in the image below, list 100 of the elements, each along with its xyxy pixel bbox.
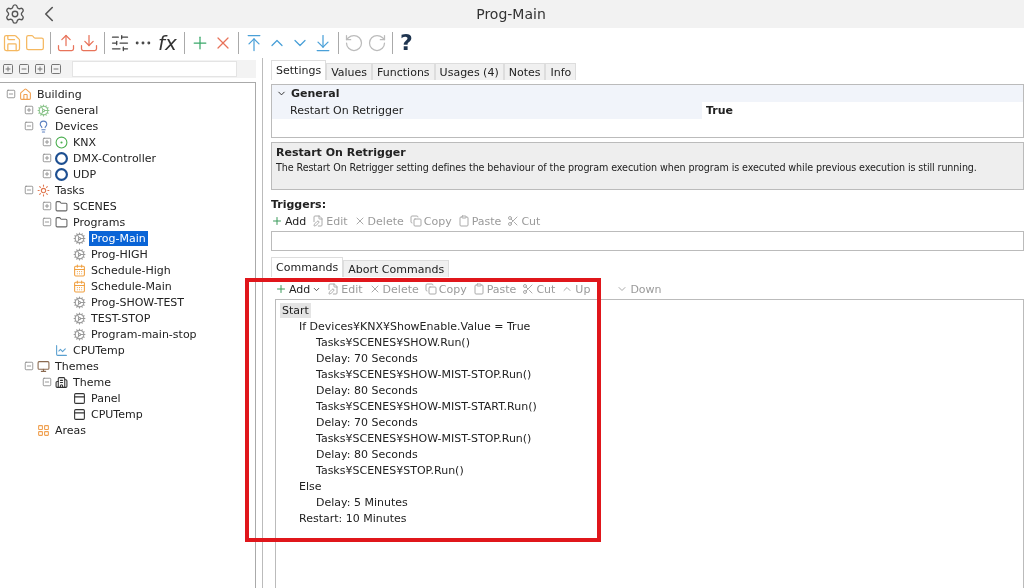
command-item[interactable]: Tasks¥SCENES¥SHOW-MIST-STOP.Run() xyxy=(314,366,534,382)
monitor-icon xyxy=(37,359,50,373)
command-item[interactable]: Tasks¥SCENES¥SHOW-MIST-STOP.Run() xyxy=(314,430,534,446)
command-item[interactable]: Else xyxy=(297,478,324,494)
plus-icon xyxy=(275,283,287,295)
settings-icon[interactable] xyxy=(4,3,26,25)
tree-item[interactable]: General xyxy=(53,102,101,118)
description-text: The Restart On Retrigger setting defines the behaviour of the program execution when program is executed while previous execution is still running. xyxy=(276,162,978,173)
expand-all-icon[interactable] xyxy=(2,63,14,75)
tree-item[interactable]: Building xyxy=(35,86,84,102)
tree-item[interactable]: Areas xyxy=(53,422,89,438)
gear-icon xyxy=(73,247,86,261)
command-item[interactable]: Delay: 80 Seconds xyxy=(314,446,420,462)
formula-button[interactable]: fx xyxy=(156,33,179,53)
tree-item[interactable]: Schedule-High xyxy=(89,262,173,278)
device-icon xyxy=(55,167,68,181)
collapse-all-icon[interactable] xyxy=(18,63,30,75)
property-name: Restart On Retrigger xyxy=(272,102,702,119)
tree-item[interactable]: UDP xyxy=(71,166,99,182)
collapse-icon[interactable] xyxy=(42,377,52,387)
expand-icon[interactable] xyxy=(42,201,52,211)
gear-icon xyxy=(73,327,86,341)
upload-icon[interactable] xyxy=(56,33,76,53)
help-button[interactable]: ? xyxy=(397,32,415,54)
calendar-icon xyxy=(73,279,86,293)
download-icon[interactable] xyxy=(79,33,99,53)
command-item[interactable]: Delay: 80 Seconds xyxy=(314,382,420,398)
tree-item[interactable]: CPUTemp xyxy=(71,342,127,358)
tab[interactable]: Commands xyxy=(271,257,344,277)
undo-icon[interactable] xyxy=(343,33,364,53)
tree-item[interactable]: SCENES xyxy=(71,198,119,214)
edit-icon xyxy=(327,283,340,295)
collapse-icon[interactable] xyxy=(24,361,34,371)
expand-icon[interactable] xyxy=(42,153,52,163)
tree-item[interactable]: CPUTemp xyxy=(89,406,145,422)
tree-item[interactable]: Schedule-Main xyxy=(89,278,174,294)
tree-item[interactable]: Prog-Main xyxy=(89,230,148,246)
house-icon xyxy=(19,87,32,101)
gear-icon xyxy=(73,295,86,309)
collapse-icon[interactable] xyxy=(50,63,62,75)
tree-item[interactable]: Programs xyxy=(71,214,128,230)
description-title: Restart On Retrigger xyxy=(276,146,407,159)
panel-icon xyxy=(73,391,86,405)
tab[interactable]: Notes xyxy=(503,63,546,80)
edit-icon xyxy=(312,215,325,227)
plus-icon xyxy=(271,215,283,227)
tab[interactable]: Usages (4) xyxy=(434,63,504,80)
collapse-icon[interactable] xyxy=(24,185,34,195)
toolbar-button[interactable]: Add xyxy=(275,282,322,296)
tree-item[interactable]: Tasks xyxy=(53,182,87,198)
command-item[interactable]: Tasks¥SCENES¥STOP.Run() xyxy=(314,462,466,478)
tree-item[interactable]: DMX-Controller xyxy=(71,150,159,166)
command-item[interactable]: Tasks¥SCENES¥SHOW-MIST-START.Run() xyxy=(314,398,539,414)
command-item[interactable]: Start xyxy=(280,302,311,318)
command-item[interactable]: Delay: 70 Seconds xyxy=(314,350,420,366)
search-field[interactable] xyxy=(72,61,237,77)
category-label: General xyxy=(291,87,340,100)
tree-item[interactable]: Theme xyxy=(71,374,113,390)
clipboard-icon xyxy=(472,283,485,295)
panel-icon xyxy=(73,407,86,421)
clipboard-icon xyxy=(457,215,470,227)
tree-item[interactable]: TEST-STOP xyxy=(89,310,153,326)
tree-item[interactable]: Prog-SHOW-TEST xyxy=(89,294,187,310)
command-item[interactable]: Restart: 10 Minutes xyxy=(297,510,409,526)
scissors-icon xyxy=(522,283,535,295)
building-icon xyxy=(55,375,68,389)
tab[interactable]: Settings xyxy=(271,60,327,80)
tree-item[interactable]: Themes xyxy=(53,358,101,374)
window-title: Prog-Main xyxy=(475,6,547,22)
tab[interactable]: Values xyxy=(326,63,373,80)
tab[interactable]: Info xyxy=(545,63,577,80)
collapse-icon[interactable] xyxy=(42,217,52,227)
chart-icon xyxy=(55,343,68,357)
tree-item[interactable]: Devices xyxy=(53,118,101,134)
tree-item[interactable]: Panel xyxy=(89,390,123,406)
command-item[interactable]: Delay: 5 Minutes xyxy=(314,494,410,510)
toolbar-button[interactable]: Add xyxy=(271,214,307,228)
command-item[interactable]: Tasks¥SCENES¥SHOW.Run() xyxy=(314,334,472,350)
tree-item[interactable]: KNX xyxy=(71,134,98,150)
tree-item[interactable]: Program-main-stop xyxy=(89,326,199,342)
redo-icon[interactable] xyxy=(366,33,387,53)
command-item[interactable]: If Devices¥KNX¥ShowEnable.Value = True xyxy=(297,318,533,334)
trigger-list[interactable] xyxy=(271,231,1024,251)
expand-icon[interactable] xyxy=(24,105,34,115)
folder-icon xyxy=(55,199,68,213)
tab[interactable]: Abort Commands xyxy=(343,260,450,277)
sliders-icon[interactable] xyxy=(110,33,130,53)
property-value[interactable]: True xyxy=(702,104,733,117)
folder-icon[interactable] xyxy=(25,33,45,53)
expand-icon[interactable] xyxy=(34,63,46,75)
expand-icon[interactable] xyxy=(42,169,52,179)
command-item[interactable]: Delay: 70 Seconds xyxy=(314,414,420,430)
save-icon[interactable] xyxy=(2,33,22,53)
tab[interactable]: Functions xyxy=(372,63,435,80)
tree-item[interactable]: Prog-HIGH xyxy=(89,246,150,262)
gear-icon xyxy=(37,183,50,197)
copy-icon xyxy=(424,283,437,295)
collapse-icon[interactable] xyxy=(24,121,34,131)
collapse-icon[interactable] xyxy=(6,89,16,99)
expand-icon[interactable] xyxy=(42,137,52,147)
